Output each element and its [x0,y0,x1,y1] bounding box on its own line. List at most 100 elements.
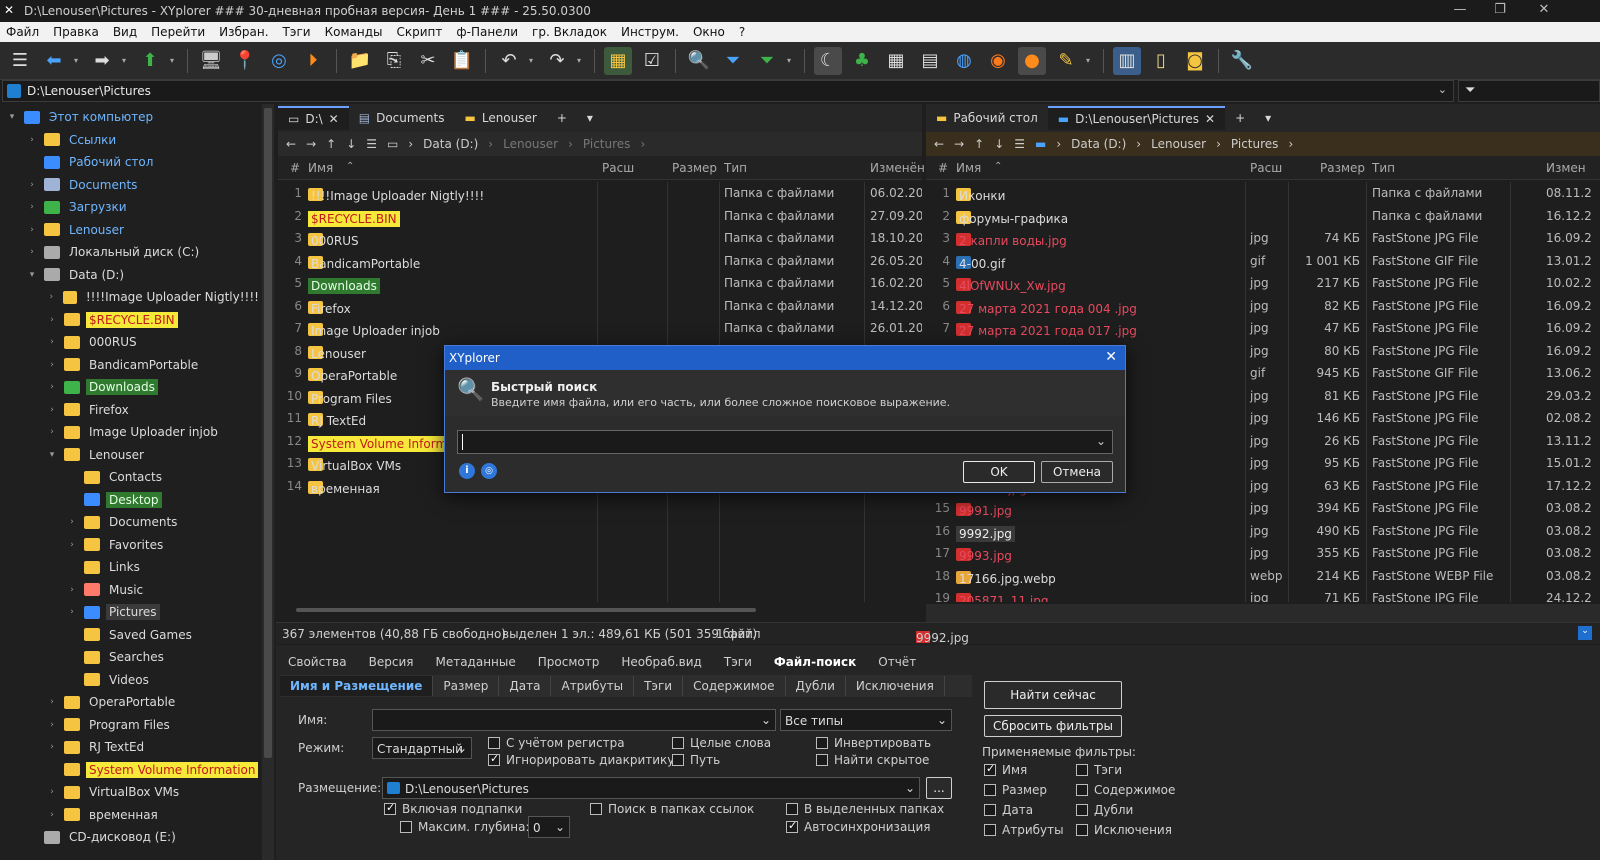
menu-item[interactable]: Правка [53,25,99,39]
search-subtab[interactable]: Размер [433,676,500,696]
chevron-right-icon[interactable]: › [46,292,57,302]
tab-lenouser[interactable]: ▬ Lenouser [455,106,547,130]
tree-item[interactable]: Saved Games [0,624,262,646]
tree-item[interactable]: › !!!!Image Uploader Nigtly!!!! [0,286,262,308]
menu-item[interactable]: Команды [325,25,383,39]
case-sensitive-checkbox[interactable]: С учётом регистра [488,736,625,750]
checkbox[interactable] [488,752,500,766]
tree-item[interactable]: › VirtualBox VMs [0,781,262,803]
info-tab[interactable]: Версия [369,655,414,669]
crumb-lenouser[interactable]: Lenouser [503,137,558,151]
invert-checkbox[interactable]: Инвертировать [816,736,931,750]
search-links-checkbox[interactable]: Поиск в папках ссылок [590,802,754,816]
tree-item[interactable]: › Image Uploader injob [0,421,262,443]
ball-icon[interactable]: ◉ [984,47,1012,75]
list-icon[interactable]: ☰ [366,137,377,151]
col-modified[interactable]: Изменён [870,161,925,175]
goto-icon[interactable]: ⏵ [299,47,327,75]
search-subtab[interactable]: Содержимое [683,676,786,696]
list-icon[interactable]: ☰ [1014,137,1025,151]
table-row[interactable]: 3 2 капли воды.jpg jpg 74 КБ FastStone JPG F… [926,227,1600,250]
chevron-right-icon[interactable]: › [46,742,58,752]
preview-icon[interactable]: ◙ [1181,47,1209,75]
col-num[interactable]: # [290,161,300,175]
chevron-right-icon[interactable]: › [66,607,78,617]
tree-icon[interactable]: ♣ [848,47,876,75]
chevron-down-icon[interactable]: ▾ [46,450,58,460]
address-bar[interactable]: D:\Lenouser\Pictures ⌄ [2,80,1454,102]
menu-item[interactable]: Вид [113,25,137,39]
crumb-data-d[interactable]: Data (D:) [423,137,478,151]
tab-list-dropdown[interactable]: ▾ [577,106,603,130]
table-row[interactable]: 4 BandicamPortable Папка с файлами 26.05.20… [278,250,922,273]
file-types-select[interactable]: Все типы ⌄ [780,709,952,731]
menu-item[interactable]: Тэги [283,25,311,39]
menu-item[interactable]: ф-Панели [456,25,518,39]
cancel-button[interactable]: Отмена [1041,461,1113,483]
crumb-data-d[interactable]: Data (D:) [1071,137,1126,151]
copy-icon[interactable]: ⎘ [380,47,408,75]
filter-checkbox[interactable]: Дата [984,803,1033,817]
table-row[interactable]: 17 9993.jpg jpg 355 КБ FastStone JPG File 03.… [926,542,1600,565]
chevron-right-icon[interactable]: › [66,517,78,527]
tree-item[interactable]: › Pictures [0,601,262,623]
tree-item[interactable]: › Documents [0,174,262,196]
chevron-down-icon[interactable]: ▾ [26,270,38,280]
chevron-down-icon[interactable]: ⌄ [905,781,915,795]
mode-select[interactable]: Стандартный ⌄ [372,737,472,759]
close-icon[interactable]: ✕ [1105,349,1117,365]
minimize-button[interactable]: — [1440,2,1480,20]
menu-item[interactable]: Файл [6,25,39,39]
undo-icon[interactable]: ↶ [495,47,523,75]
filter-dropdown-icon[interactable]: ▾ [787,56,795,65]
chevron-right-icon[interactable]: › [26,247,38,257]
tree-toggle-icon[interactable]: ▦ [604,46,632,75]
chevron-right-icon[interactable]: › [66,585,78,595]
col-type[interactable]: Тип [1372,161,1395,175]
tree-item[interactable]: CD-дисковод (E:) [0,826,262,848]
table-row[interactable]: 5 4lOfWNUx_Xw.jpg jpg 217 КБ FastStone JPG F… [926,272,1600,295]
info-tab[interactable]: Свойства [288,655,347,669]
checkbox[interactable] [786,819,798,833]
forward-arrow-icon[interactable]: → [954,137,964,151]
tree-item[interactable]: ▾ Этот компьютер [0,106,262,128]
info-icon[interactable]: i [459,463,475,479]
col-ext[interactable]: Расш [1250,161,1282,175]
tree-item[interactable]: › Lenouser [0,219,262,241]
table-row[interactable]: 16 9992.jpg jpg 490 КБ FastStone JPG File 03.… [926,520,1600,543]
tree-item[interactable]: › Downloads [0,376,262,398]
filter-checkbox[interactable]: Исключения [1076,823,1172,837]
tree-item[interactable]: › временная [0,804,262,826]
chevron-right-icon[interactable]: › [26,180,38,190]
search-subtab[interactable]: Имя и Размещение [280,676,434,696]
tree-scrollbar[interactable] [262,104,274,860]
crumb-pictures[interactable]: Pictures [583,137,631,151]
tree-item[interactable]: Рабочий стол [0,151,262,173]
calendar-icon[interactable]: ▤ [916,47,944,75]
tree-item[interactable]: Searches [0,646,262,668]
reset-filters-button[interactable]: Сбросить фильтры [984,715,1122,737]
location-pin-icon[interactable]: 📍 [231,47,259,75]
redo-icon[interactable]: ↷ [543,47,571,75]
tree-item[interactable]: › BandicamPortable [0,354,262,376]
checkbox[interactable] [384,801,396,815]
chevron-right-icon[interactable]: › [46,360,58,370]
checkbox[interactable] [816,737,828,749]
whole-words-checkbox[interactable]: Целые слова [672,736,771,750]
tree-item[interactable]: › OperaPortable [0,691,262,713]
table-row[interactable]: 19 205871_11.jpg jpg 71 КБ FastStone JPG Fil… [926,587,1600,602]
chevron-right-icon[interactable]: › [46,337,58,347]
maximize-button[interactable]: ❐ [1480,2,1520,20]
checkbox[interactable] [984,784,996,796]
tree-item[interactable]: System Volume Information [0,759,262,781]
filter-checkbox[interactable]: Размер [984,783,1047,797]
col-size[interactable]: Размер [672,161,717,175]
info-tab[interactable]: Просмотр [538,655,600,669]
up-arrow-icon[interactable]: ↑ [974,137,984,151]
col-size[interactable]: Размер [1320,161,1365,175]
globe-icon[interactable]: ◍ [950,47,978,75]
tree-item[interactable]: Videos [0,669,262,691]
horizontal-scrollbar[interactable] [296,608,756,612]
undo-dropdown-icon[interactable]: ▾ [529,56,537,65]
tab-documents[interactable]: ▤ Documents [349,106,455,130]
